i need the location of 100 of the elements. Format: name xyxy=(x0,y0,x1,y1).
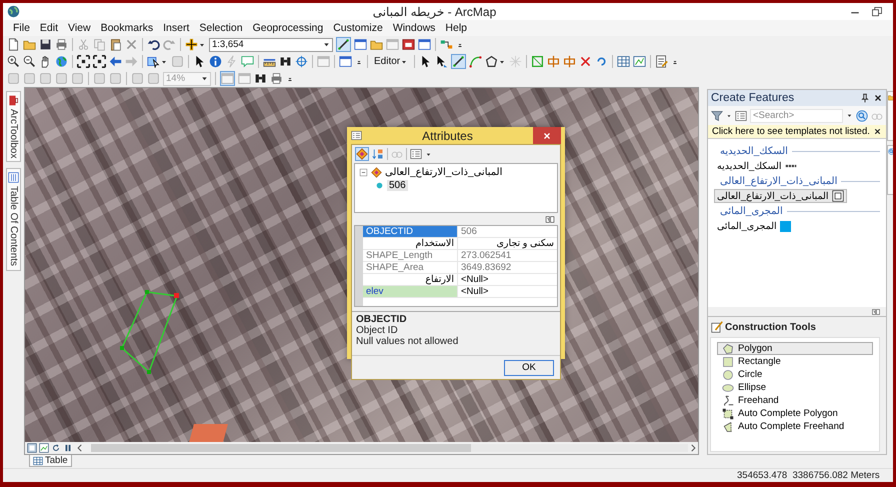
plus-icon[interactable] xyxy=(185,38,198,51)
side-panel-tab[interactable]: Table Of Contents xyxy=(6,168,21,271)
pause-icon[interactable] xyxy=(63,443,73,453)
printer-icon[interactable] xyxy=(55,38,68,51)
select-features-icon[interactable] xyxy=(147,55,160,68)
layout-view-icon[interactable] xyxy=(27,443,37,453)
delete-x-icon[interactable] xyxy=(579,55,592,68)
side-panel-tab[interactable] xyxy=(887,145,893,195)
menu-item[interactable]: Windows xyxy=(388,22,440,34)
edit-tool-icon[interactable] xyxy=(435,55,448,68)
feature-template[interactable]: المجرى_المائى xyxy=(714,219,794,233)
menu-item[interactable]: Selection xyxy=(194,22,248,34)
organize-icon[interactable] xyxy=(711,110,723,122)
field-value[interactable]: <Null> xyxy=(458,274,557,285)
menu-item[interactable]: Help xyxy=(440,22,472,34)
close-icon xyxy=(542,130,552,140)
construction-tool[interactable]: Auto Complete Freehand xyxy=(717,420,873,433)
connector-icon[interactable] xyxy=(440,38,453,51)
window-icon[interactable] xyxy=(339,55,352,68)
page-icon[interactable] xyxy=(7,38,20,51)
scale-field[interactable]: 1:3,654 xyxy=(209,38,333,52)
feature-template[interactable]: السكك_الحديديه xyxy=(714,159,800,173)
menu-item[interactable]: Geoprocessing xyxy=(248,22,328,34)
close-icon[interactable] xyxy=(873,93,883,103)
curve-icon[interactable] xyxy=(469,55,482,68)
zoom-out-icon[interactable] xyxy=(23,55,36,68)
left-arrow-icon[interactable] xyxy=(109,55,122,68)
ok-button[interactable]: OK xyxy=(504,360,554,376)
rotate-icon[interactable] xyxy=(595,55,608,68)
split-icon[interactable] xyxy=(547,55,560,68)
window-icon[interactable] xyxy=(354,38,367,51)
field-name[interactable]: SHAPE_Length xyxy=(363,250,458,261)
restore-icon[interactable] xyxy=(871,6,883,18)
menu-item[interactable]: Insert xyxy=(158,22,194,34)
menu-item[interactable]: Edit xyxy=(34,22,64,34)
undo-icon[interactable] xyxy=(147,38,160,51)
feature-id[interactable]: 506 xyxy=(387,180,408,191)
list-view-icon[interactable] xyxy=(410,148,422,160)
collapse-icon[interactable] xyxy=(359,168,368,177)
sort-icon[interactable] xyxy=(372,148,384,160)
pin-icon[interactable] xyxy=(860,93,870,103)
construction-tool[interactable]: Auto Complete Polygon xyxy=(717,407,873,420)
field-value[interactable]: 273.062541 xyxy=(458,250,557,261)
close-icon[interactable] xyxy=(873,127,882,136)
menu-item[interactable]: File xyxy=(8,22,35,34)
table-tab[interactable]: Table xyxy=(29,455,72,467)
side-panel-tab[interactable]: ArcToolbox xyxy=(6,91,21,162)
corner-arrows-icon[interactable] xyxy=(93,55,106,68)
shape-edit-icon[interactable] xyxy=(531,55,544,68)
layer-name[interactable]: المبانى_ذات_الارتفاع_العالى xyxy=(385,167,502,178)
close-button[interactable] xyxy=(532,127,561,144)
field-value[interactable]: <Null> xyxy=(458,286,557,297)
notepad-icon[interactable] xyxy=(655,55,668,68)
search-field[interactable]: <Search> xyxy=(750,108,843,122)
folder-icon[interactable] xyxy=(370,38,383,51)
construction-tool[interactable]: Ellipse xyxy=(717,381,873,394)
field-value[interactable]: 506 xyxy=(458,226,557,237)
table-icon[interactable] xyxy=(617,55,630,68)
construction-tool[interactable]: Rectangle xyxy=(717,355,873,368)
field-name[interactable]: OBJECTID xyxy=(363,226,458,237)
list-view-icon[interactable] xyxy=(735,110,747,122)
corner-arrows-icon[interactable] xyxy=(77,55,90,68)
field-value[interactable]: سكنى و تجارى xyxy=(458,238,557,249)
refresh-icon[interactable] xyxy=(51,443,61,453)
field-name[interactable]: الاستخدام xyxy=(363,238,458,249)
menu-item[interactable]: Bookmarks xyxy=(96,22,158,34)
crosshair-icon[interactable] xyxy=(295,55,308,68)
data-view-icon[interactable] xyxy=(39,443,49,453)
construction-tool[interactable]: Polygon xyxy=(717,342,873,355)
polygon-outline-icon[interactable] xyxy=(485,55,498,68)
line-edit-icon[interactable] xyxy=(452,55,466,68)
binoculars-icon[interactable] xyxy=(279,55,292,68)
window-title: خريطه المبانى - ArcMap xyxy=(372,4,498,18)
description-text: Object ID xyxy=(356,325,399,336)
menu-item[interactable]: Customize xyxy=(328,22,388,34)
editor-menu-button[interactable]: Editor xyxy=(372,56,410,67)
binoculars-icon[interactable] xyxy=(254,72,267,85)
graph-window-icon[interactable] xyxy=(633,55,646,68)
search-icon[interactable] xyxy=(856,110,868,122)
panel-buttons-icon[interactable] xyxy=(543,214,557,224)
menu-item[interactable]: View xyxy=(63,22,96,34)
split-icon[interactable] xyxy=(563,55,576,68)
construction-tool[interactable]: Freehand xyxy=(717,394,873,407)
dot-icon xyxy=(375,181,384,190)
field-name[interactable]: elev xyxy=(363,286,458,297)
diamond-icon[interactable] xyxy=(356,148,368,160)
field-value[interactable]: 3649.83692 xyxy=(458,262,557,273)
feature-template[interactable]: المبانى_ذات_الارتفاع_العالى xyxy=(714,189,846,203)
zoom-in-icon[interactable] xyxy=(7,55,20,68)
clipboard-icon[interactable] xyxy=(109,38,122,51)
info-icon[interactable] xyxy=(209,55,222,68)
printer-icon[interactable] xyxy=(270,72,283,85)
field-name[interactable]: الارتفاع xyxy=(363,274,458,285)
horizontal-scrollbar[interactable] xyxy=(91,443,698,453)
window-icon[interactable] xyxy=(402,38,415,51)
line-edit-icon[interactable] xyxy=(337,38,350,51)
field-name[interactable]: SHAPE_Area xyxy=(363,262,458,273)
window-icon[interactable] xyxy=(418,38,431,51)
speech-bubble-icon[interactable] xyxy=(241,55,254,68)
construction-tool[interactable]: Circle xyxy=(717,368,873,381)
